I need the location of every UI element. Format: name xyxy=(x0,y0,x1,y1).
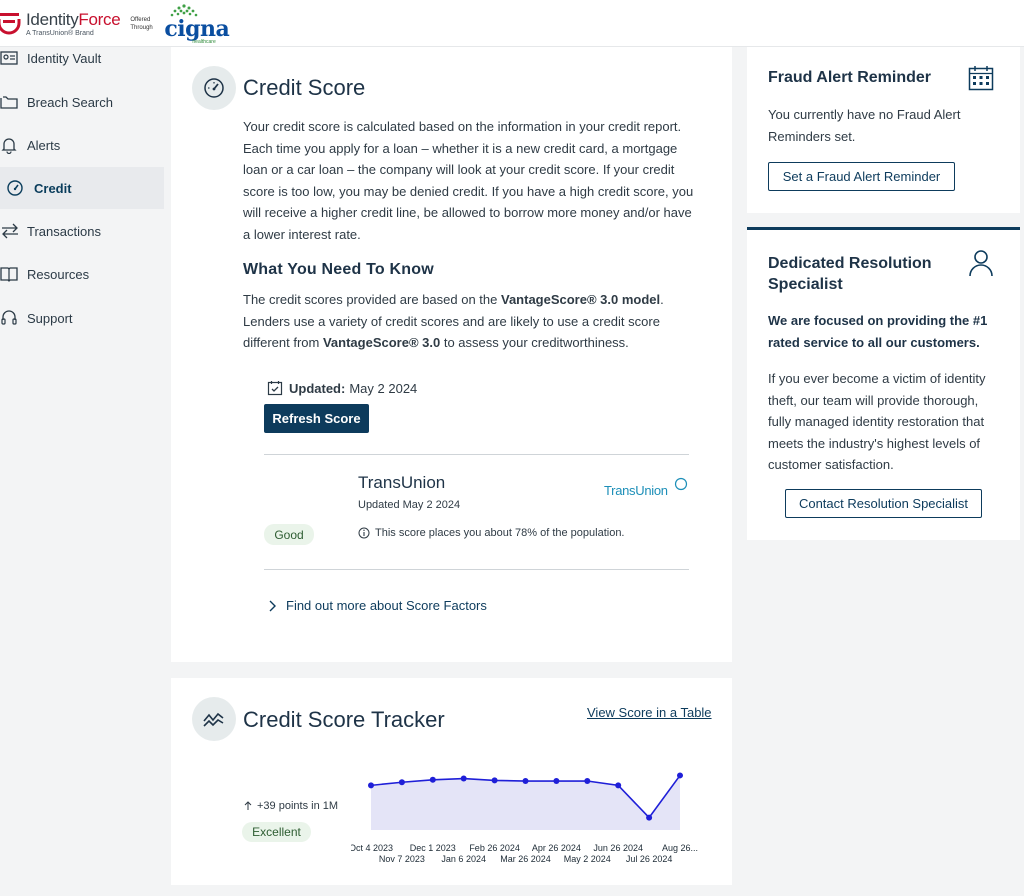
sidebar-item-label: Transactions xyxy=(27,223,101,239)
view-score-table-link[interactable]: View Score in a Table xyxy=(587,705,712,720)
x-tick-label: Apr 26 2024 xyxy=(532,843,581,853)
x-tick-label: Oct 4 2023 xyxy=(351,843,393,853)
x-tick-label: Nov 7 2023 xyxy=(379,854,425,864)
gauge-icon xyxy=(6,179,26,197)
chevron-right-icon xyxy=(269,600,276,611)
credit-score-card: Credit Score Your credit score is calcul… xyxy=(171,47,732,662)
need-to-know-heading: What You Need To Know xyxy=(243,261,434,278)
sidebar-item-breach-search[interactable]: Breach Search xyxy=(0,81,164,123)
sidebar-item-resources[interactable]: Resources xyxy=(0,253,164,295)
bell-icon xyxy=(0,136,20,154)
x-tick-label: Aug 26... xyxy=(662,843,698,853)
chart-point[interactable] xyxy=(460,775,467,782)
credit-score-intro: Your credit score is calculated based on… xyxy=(243,119,694,242)
headset-icon xyxy=(0,309,20,327)
chart-point[interactable] xyxy=(522,778,529,785)
arrows-icon xyxy=(0,222,20,240)
sidebar-item-alerts[interactable]: Alerts xyxy=(0,124,164,166)
fraud-alert-card: Fraud Alert Reminder You currently have … xyxy=(747,47,1020,213)
x-tick-label: Jan 6 2024 xyxy=(441,854,486,864)
offered-through: Offered Through xyxy=(130,17,153,31)
speedometer-icon xyxy=(192,66,236,110)
transunion-logo: TransUnion xyxy=(604,477,692,501)
score-factors-toggle[interactable]: Find out more about Score Factors xyxy=(268,598,487,613)
book-icon xyxy=(0,265,20,283)
sidebar-item-support[interactable]: Support xyxy=(0,297,164,339)
sidebar-item-label: Breach Search xyxy=(27,94,113,110)
chart-point[interactable] xyxy=(429,776,436,783)
trend-chart-icon xyxy=(192,697,236,741)
sidebar-item-label: Credit xyxy=(34,180,72,196)
bureau-name: TransUnion xyxy=(358,473,446,492)
set-fraud-alert-button[interactable]: Set a Fraud Alert Reminder xyxy=(768,162,955,191)
fraud-alert-title: Fraud Alert Reminder xyxy=(768,69,931,86)
refresh-score-button[interactable]: Refresh Score xyxy=(264,404,369,433)
chart-point[interactable] xyxy=(491,777,498,784)
identityforce-logo-icon xyxy=(0,9,22,39)
sidebar-item-label: Resources xyxy=(27,266,90,282)
x-tick-label: Mar 26 2024 xyxy=(500,854,551,864)
x-tick-label: Dec 1 2023 xyxy=(410,843,456,853)
chart-point[interactable] xyxy=(615,782,622,789)
chart-point[interactable] xyxy=(677,772,683,779)
updated-date: Updated: May 2 2024 xyxy=(267,380,417,396)
arrow-up-icon xyxy=(244,801,252,810)
info-icon xyxy=(358,527,370,539)
sidebar-item-label: Support xyxy=(27,310,73,326)
fraud-alert-text: You currently have no Fraud Alert Remind… xyxy=(768,107,961,144)
credit-score-tracker-card: Credit Score Tracker View Score in a Tab… xyxy=(171,678,732,885)
cigna-logo: cigna healthcare xyxy=(164,4,234,45)
chart-point[interactable] xyxy=(553,778,560,785)
resolution-highlight: We are focused on providing the #1 rated… xyxy=(768,313,988,350)
resolution-specialist-card: Dedicated Resolution Specialist We are f… xyxy=(747,227,1020,540)
divider xyxy=(264,569,689,570)
sidebar-item-transactions[interactable]: Transactions xyxy=(0,210,164,252)
chart-point[interactable] xyxy=(368,782,374,789)
brand-name: IdentityForce xyxy=(26,10,121,29)
calendar-grid-icon xyxy=(968,65,994,96)
x-tick-label: Jul 26 2024 xyxy=(626,854,673,864)
folder-icon xyxy=(0,93,20,111)
chart-point[interactable] xyxy=(646,814,653,821)
transunion-swirl-icon xyxy=(674,477,688,491)
score-chart: Oct 4 2023 Dec 1 2023 Feb 26 2024 Apr 26 20… xyxy=(351,772,698,864)
chart-point[interactable] xyxy=(398,779,405,786)
calendar-check-icon xyxy=(267,381,283,396)
rating-badge: Good xyxy=(264,524,314,545)
x-tick-label: Feb 26 2024 xyxy=(469,843,520,853)
tracker-badge: Excellent xyxy=(242,822,311,842)
bureau-updated: Updated May 2 2024 xyxy=(358,499,461,511)
resolution-body: If you ever become a victim of identity … xyxy=(768,371,986,473)
id-card-icon xyxy=(0,49,20,67)
population-note: This score places you about 78% of the p… xyxy=(358,527,625,539)
x-tick-label: Jun 26 2024 xyxy=(593,843,643,853)
sidebar-item-label: Alerts xyxy=(27,137,61,153)
score-change: +39 points in 1M xyxy=(243,800,338,812)
chart-point[interactable] xyxy=(584,778,591,785)
resolution-title: Dedicated Resolution Specialist xyxy=(768,255,932,293)
sidebar-item-identity-vault[interactable]: Identity Vault xyxy=(0,37,164,79)
divider xyxy=(264,454,689,455)
user-icon xyxy=(968,249,994,282)
contact-resolution-button[interactable]: Contact Resolution Specialist xyxy=(785,489,982,518)
need-to-know-text: The credit scores provided are based on … xyxy=(243,292,664,351)
tracker-title: Credit Score Tracker xyxy=(243,707,445,732)
sidebar-item-label: Identity Vault xyxy=(27,50,102,66)
x-tick-label: May 2 2024 xyxy=(564,854,611,864)
sidebar-item-credit[interactable]: Credit xyxy=(0,167,164,209)
page-title: Credit Score xyxy=(243,75,366,100)
